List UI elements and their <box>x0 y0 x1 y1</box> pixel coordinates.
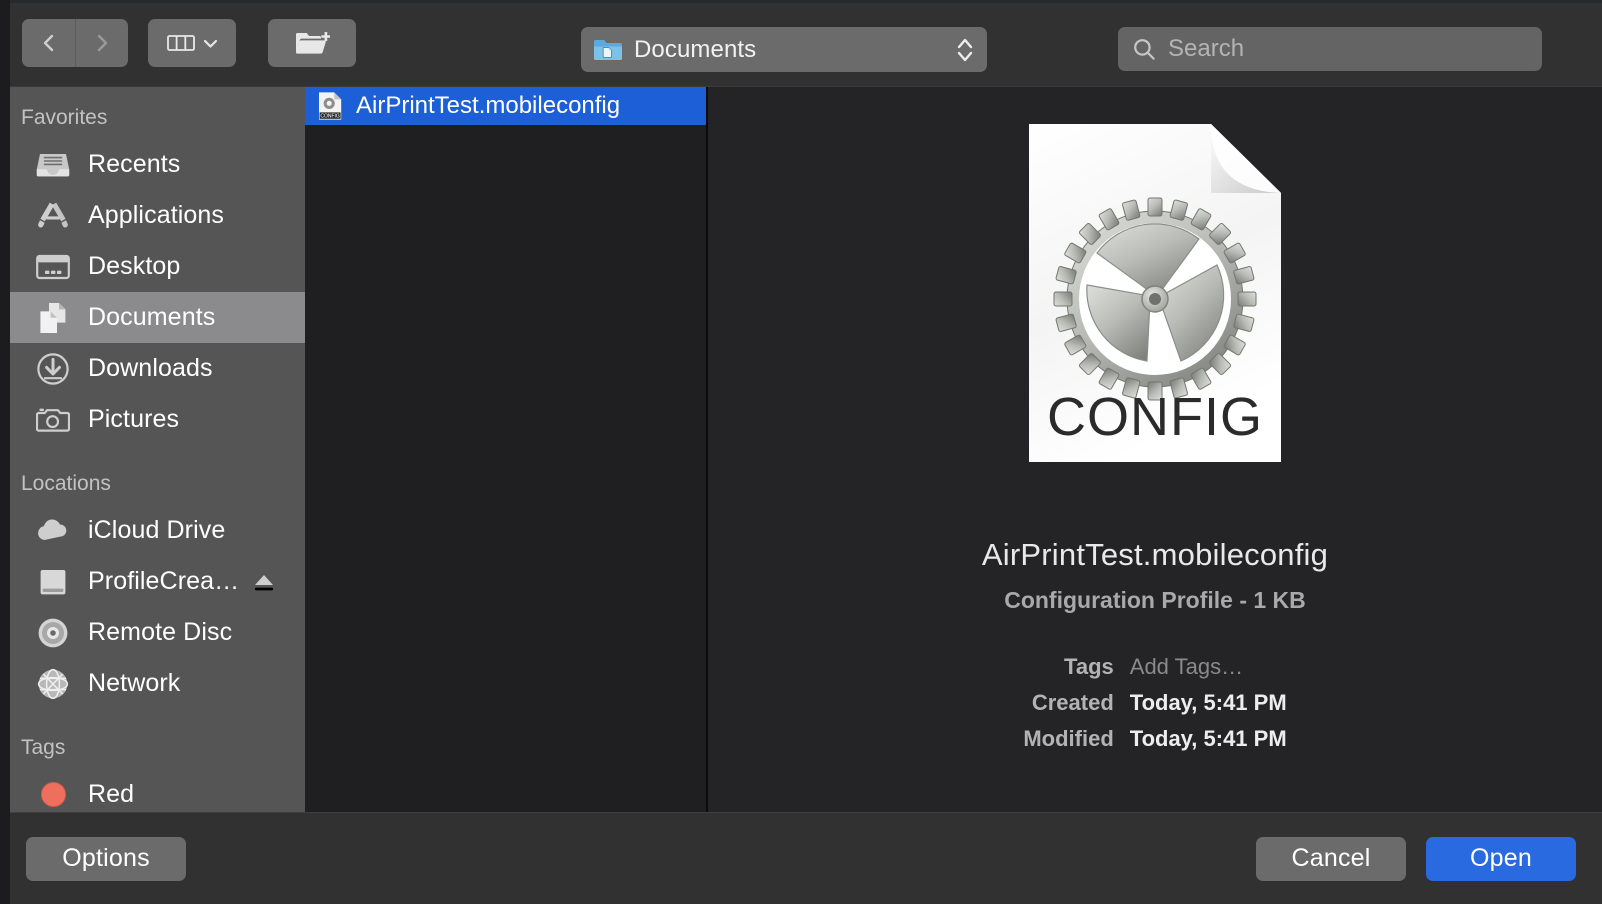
sidebar-item-label: Recents <box>88 150 181 178</box>
cancel-button[interactable]: Cancel <box>1256 836 1406 881</box>
window-left-edge <box>0 0 10 904</box>
sidebar-item-recents[interactable]: Recents <box>0 139 305 190</box>
preview-file-title: AirPrintTest.mobileconfig <box>981 537 1329 572</box>
config-file-icon: CONFIG <box>319 92 342 120</box>
metadata-key-created: Created <box>1031 690 1114 715</box>
preview-file-subtitle: Configuration Profile - 1 KB <box>1004 587 1306 613</box>
metadata-value-modified: Today, 5:41 PM <box>1129 726 1287 751</box>
sidebar-item-documents[interactable]: Documents <box>0 292 305 343</box>
sidebar-item-icloud-drive[interactable]: iCloud Drive <box>0 505 305 556</box>
back-button[interactable] <box>22 19 75 67</box>
chevron-down-icon <box>203 39 217 48</box>
sidebar-item-tag-red[interactable]: Red <box>0 769 305 812</box>
metadata-key-modified: Modified <box>1023 726 1114 751</box>
documents-icon <box>34 301 72 335</box>
sidebar-item-label: Pictures <box>88 405 180 433</box>
documents-folder-icon <box>594 40 622 60</box>
new-folder-icon <box>295 32 330 54</box>
sidebar-section-tags-title: Tags <box>21 736 66 759</box>
metadata-value-tags[interactable]: Add Tags… <box>1130 654 1287 680</box>
sidebar-item-label: Red <box>88 780 135 808</box>
search-input[interactable]: Search <box>1168 35 1244 63</box>
view-mode-button[interactable] <box>148 19 236 67</box>
icloud-drive-icon <box>34 514 72 548</box>
sidebar-item-label: iCloud Drive <box>88 516 226 544</box>
metadata-value-created: Today, 5:41 PM <box>1129 690 1287 715</box>
network-globe-icon <box>34 667 72 701</box>
file-name-label: AirPrintTest.mobileconfig <box>356 92 621 119</box>
recents-tray-icon <box>34 148 72 182</box>
sidebar-item-label: Desktop <box>88 252 181 280</box>
chevron-right-icon <box>97 34 108 52</box>
sidebar-item-applications[interactable]: Applications <box>0 190 305 241</box>
external-disk-icon <box>34 565 72 599</box>
sidebar-item-label: Applications <box>88 201 225 229</box>
path-popup-button[interactable]: Documents <box>581 27 987 72</box>
sidebar-item-network[interactable]: Network <box>0 658 305 709</box>
open-file-dialog: Documents Search Favorites Recents Appli… <box>0 0 1602 904</box>
new-folder-button[interactable] <box>268 19 356 67</box>
sidebar-section-locations-title: Locations <box>21 472 111 495</box>
metadata-key-tags: Tags <box>1064 654 1114 679</box>
path-popup-label: Documents <box>634 35 757 63</box>
column-view-icon <box>166 35 195 51</box>
sidebar-item-label: ProfileCrea… <box>88 567 240 595</box>
optical-disc-icon <box>34 616 72 650</box>
sidebar-item-label: Network <box>88 669 181 697</box>
applications-icon <box>34 199 72 233</box>
navigation-segmented-control <box>22 19 128 67</box>
svg-text:CONFIG: CONFIG <box>320 113 340 119</box>
up-down-stepper-icon[interactable] <box>955 35 975 65</box>
open-button[interactable]: Open <box>1426 836 1576 881</box>
chevron-left-icon <box>43 34 53 52</box>
preview-icon-wrap: CONFIG <box>1025 121 1285 465</box>
sidebar-item-desktop[interactable]: Desktop <box>0 241 305 292</box>
config-file-large-icon: CONFIG <box>1029 124 1281 462</box>
svg-text:CONFIG: CONFIG <box>1047 387 1263 447</box>
sidebar-item-downloads[interactable]: Downloads <box>0 343 305 394</box>
sidebar-item-label: Downloads <box>88 354 213 382</box>
sidebar-item-label: Remote Disc <box>88 618 233 646</box>
sidebar-item-profilecreator-disk[interactable]: ProfileCrea… <box>0 556 305 607</box>
options-button[interactable]: Options <box>26 836 186 881</box>
sidebar: Favorites Recents Applications Desktop D… <box>0 87 305 812</box>
sidebar-section-favorites-title: Favorites <box>21 106 108 129</box>
sidebar-item-label: Documents <box>88 303 216 331</box>
dialog-body: Favorites Recents Applications Desktop D… <box>0 86 1602 812</box>
preview-pane: CONFIG AirPrintTest.mobileconfig Configu… <box>708 87 1602 812</box>
footer-bar: Options Cancel Open <box>0 812 1602 904</box>
sidebar-item-remote-disc[interactable]: Remote Disc <box>0 607 305 658</box>
desktop-icon <box>34 250 72 284</box>
search-field[interactable]: Search <box>1118 27 1542 71</box>
search-icon <box>1134 38 1155 60</box>
preview-metadata: Tags Add Tags… Created Today, 5:41 PM Mo… <box>1023 654 1286 752</box>
downloads-icon <box>34 352 72 386</box>
toolbar: Documents Search <box>0 0 1602 86</box>
sidebar-item-pictures[interactable]: Pictures <box>0 394 305 445</box>
file-list-row[interactable]: CONFIG AirPrintTest.mobileconfig <box>305 87 706 125</box>
file-list-column[interactable]: CONFIG AirPrintTest.mobileconfig <box>305 87 708 812</box>
tag-dot-icon <box>34 778 72 812</box>
eject-icon[interactable] <box>253 571 275 593</box>
pictures-camera-icon <box>34 403 72 437</box>
forward-button[interactable] <box>75 19 128 67</box>
